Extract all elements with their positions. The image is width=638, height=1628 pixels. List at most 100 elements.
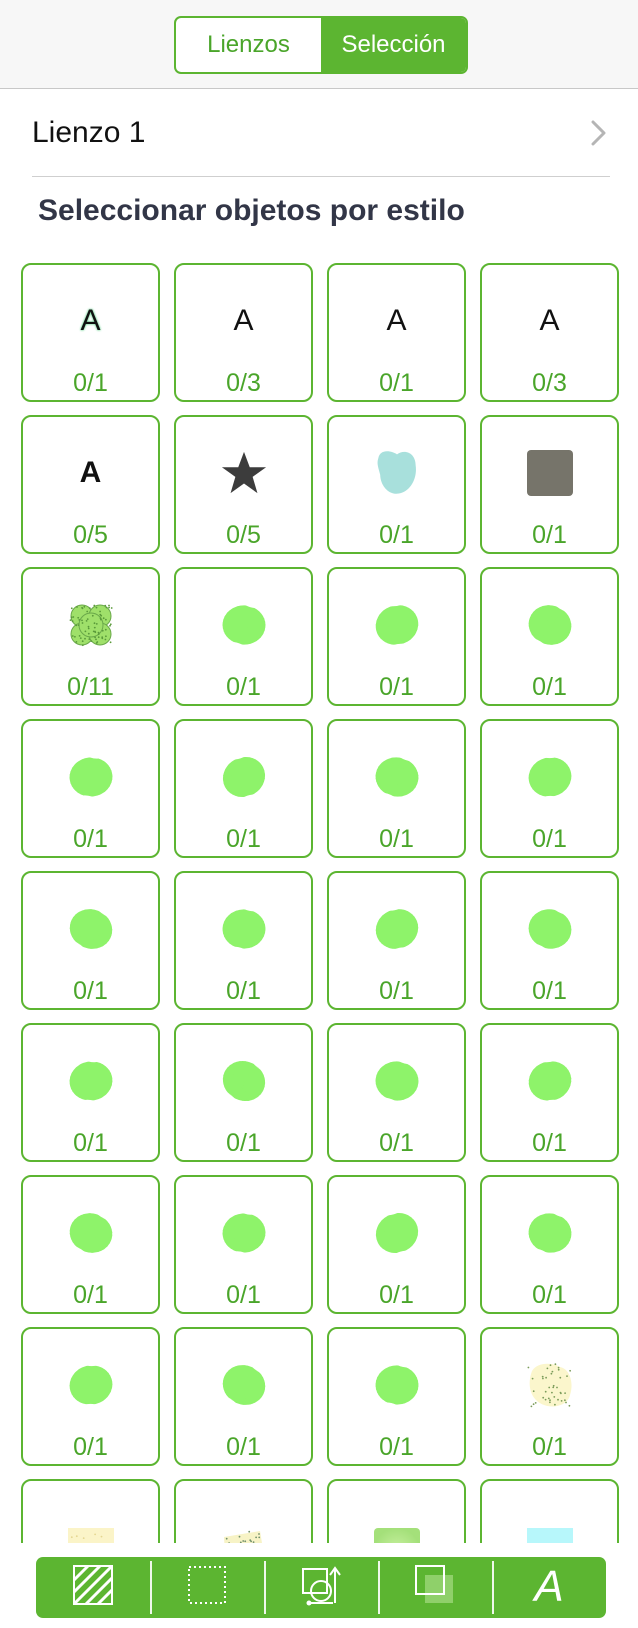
style-cell[interactable]: 0/1 [327,415,466,554]
stroke-style-icon [186,1564,228,1611]
text-a-icon: A [80,304,101,337]
style-count: 0/1 [379,673,414,701]
style-cell[interactable]: A 0/3 [480,263,619,402]
green-scribble-icon [214,1355,274,1415]
pale-yellow-texture-icon [61,1507,121,1543]
text-style-button[interactable]: A [492,1557,606,1618]
style-cell[interactable]: 0/1 [327,1023,466,1162]
style-count: 0/1 [532,825,567,853]
style-cell[interactable]: 0/5 [174,415,313,554]
flower-texture-icon [61,595,121,655]
style-cell[interactable]: 0/1 [480,871,619,1010]
shadow-button[interactable] [378,1557,492,1618]
style-count: 0/1 [532,977,567,1005]
style-cell[interactable]: 0/1 [480,415,619,554]
style-count: 0/1 [532,1281,567,1309]
style-cell[interactable]: 0/1 [21,1023,160,1162]
fill-style-icon [72,1564,114,1611]
style-count: 0/5 [226,521,261,549]
green-scribble-icon [367,1051,427,1111]
style-cell[interactable] [480,1479,619,1543]
green-scribble-icon [214,899,274,959]
style-count: 0/1 [226,1433,261,1461]
cyan-rectangle-icon [520,1507,580,1543]
style-count: 0/1 [73,977,108,1005]
geometry-icon [299,1563,343,1612]
style-cell[interactable]: 0/1 [174,1023,313,1162]
style-count: 0/1 [379,521,414,549]
green-scribble-icon [61,1051,121,1111]
green-scribble-icon [520,595,580,655]
style-count: 0/1 [379,1281,414,1309]
green-scribble-icon [367,1203,427,1263]
style-count: 0/1 [226,1281,261,1309]
style-cell[interactable]: 0/1 [21,1175,160,1314]
style-count: 0/1 [73,1129,108,1157]
style-cell[interactable]: 0/1 [21,871,160,1010]
style-grid-scroll[interactable]: A 0/1 A 0/3 A 0/1 A 0/3 A 0/5 0/5 0/1 0/1 0/11 0/1 0/1 0… [0,256,638,1543]
style-cell[interactable]: 0/1 [174,719,313,858]
style-cell[interactable]: 0/1 [480,1327,619,1466]
green-scribble-icon [61,747,121,807]
style-count: 0/5 [73,521,108,549]
segmented-control: Lienzos Selección [174,16,468,74]
style-count: 0/1 [532,1129,567,1157]
shadow-icon [413,1563,457,1612]
style-cell[interactable]: 0/1 [480,719,619,858]
style-cell[interactable]: A 0/3 [174,263,313,402]
style-cell[interactable]: 0/1 [327,567,466,706]
style-cell[interactable] [21,1479,160,1543]
style-cell[interactable]: 0/1 [174,1327,313,1466]
style-cell[interactable]: 0/1 [174,1175,313,1314]
stroke-style-button[interactable] [150,1557,264,1618]
green-scribble-icon [520,1051,580,1111]
section-title: Seleccionar objetos por estilo [38,194,465,227]
canvas-row[interactable]: Lienzo 1 [32,89,610,177]
style-cell[interactable]: 0/1 [327,1327,466,1466]
style-count: 0/1 [226,673,261,701]
style-count: 0/1 [379,1433,414,1461]
style-cell[interactable] [174,1479,313,1543]
tab-selection[interactable]: Selección [321,18,466,72]
text-a-icon: A [79,456,102,489]
style-cell[interactable]: 0/1 [174,567,313,706]
style-count: 0/1 [226,1129,261,1157]
style-cell[interactable]: A 0/5 [21,415,160,554]
style-cell[interactable]: 0/1 [480,1023,619,1162]
style-cell[interactable]: 0/1 [327,719,466,858]
style-count: 0/1 [532,673,567,701]
style-cell[interactable]: 0/1 [327,1175,466,1314]
tab-canvases[interactable]: Lienzos [176,18,321,72]
style-count: 0/11 [67,673,114,701]
green-gradient-icon [367,1507,427,1543]
green-scribble-icon [61,899,121,959]
style-cell[interactable]: A 0/1 [327,263,466,402]
style-count: 0/1 [532,521,567,549]
green-scribble-icon [61,1203,121,1263]
green-scribble-icon [367,595,427,655]
green-scribble-icon [214,1203,274,1263]
text-a-icon: A [539,304,560,337]
chevron-right-icon [591,120,606,145]
style-cell[interactable] [327,1479,466,1543]
style-cell[interactable]: A 0/1 [21,263,160,402]
style-cell[interactable]: 0/11 [21,567,160,706]
style-count: 0/1 [226,977,261,1005]
geometry-button[interactable] [264,1557,378,1618]
style-cell[interactable]: 0/1 [480,1175,619,1314]
text-a-icon: A [386,304,407,337]
style-cell[interactable]: 0/1 [21,1327,160,1466]
green-scribble-icon [214,747,274,807]
green-scribble-icon [61,1355,121,1415]
style-count: 0/1 [73,1433,108,1461]
green-scribble-icon [367,747,427,807]
style-cell[interactable]: 0/1 [174,871,313,1010]
green-scribble-icon [520,747,580,807]
style-cell[interactable]: 0/1 [327,871,466,1010]
green-scribble-icon [367,1355,427,1415]
text-style-icon: A [527,1562,571,1612]
fill-style-button[interactable] [36,1557,150,1618]
style-count: 0/3 [532,369,567,397]
style-cell[interactable]: 0/1 [21,719,160,858]
style-cell[interactable]: 0/1 [480,567,619,706]
